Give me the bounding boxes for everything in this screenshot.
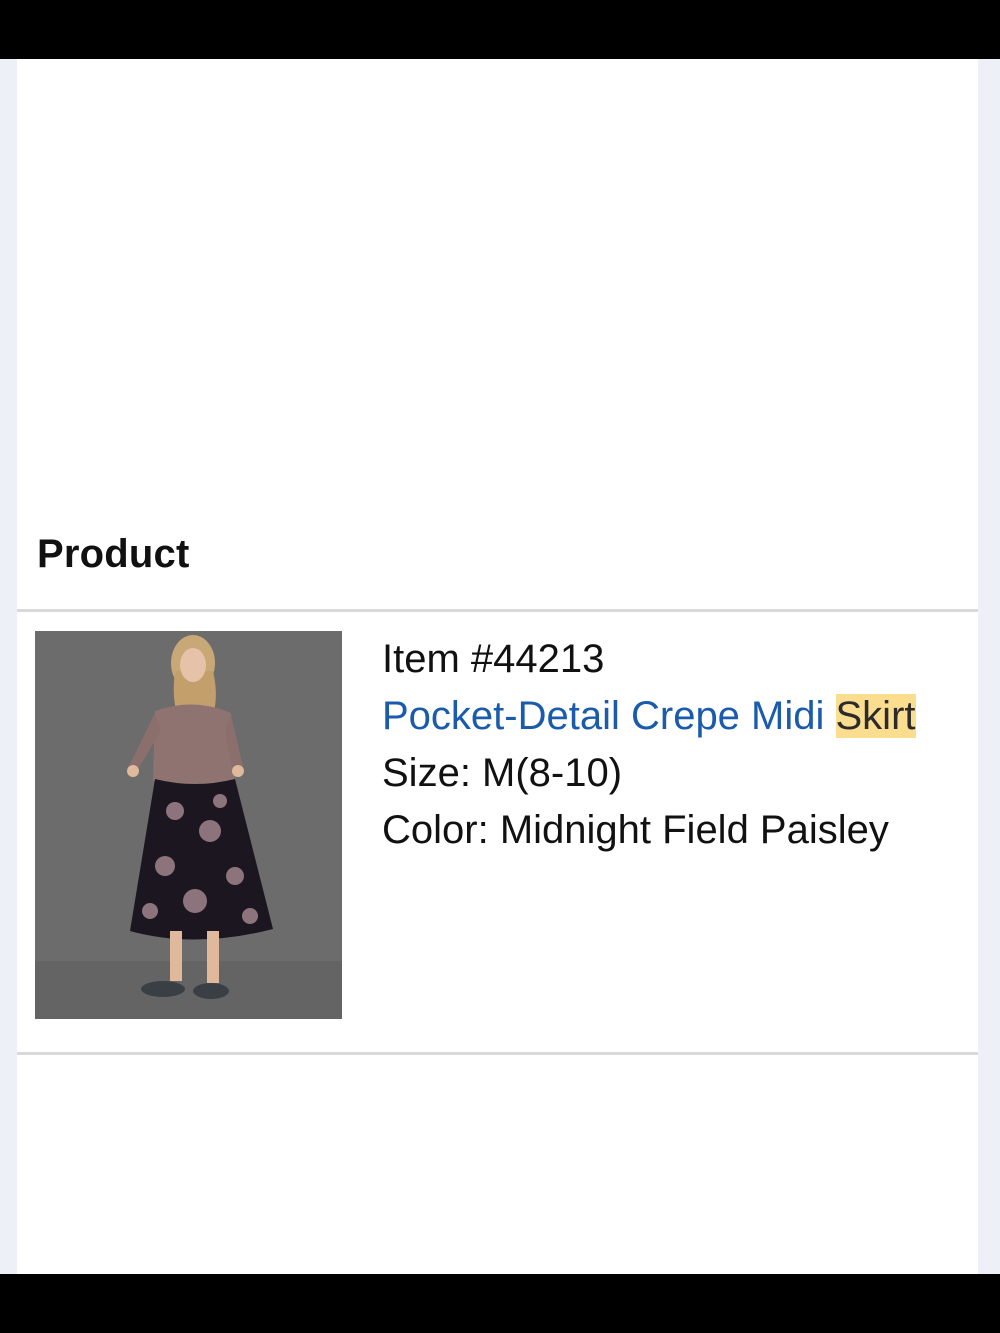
product-image[interactable] xyxy=(35,631,342,1019)
status-bar xyxy=(0,0,1000,59)
product-name-link[interactable]: Pocket-Detail Crepe Midi Skirt xyxy=(382,688,982,745)
page-content: Product Item #44213 Pocket-Detail Crepe … xyxy=(0,59,1000,1274)
product-name[interactable]: Pocket-Detail Crepe Midi xyxy=(382,694,836,738)
divider xyxy=(17,609,978,612)
section-title: Product xyxy=(37,532,190,576)
search-highlight[interactable]: Skirt xyxy=(835,694,916,738)
divider xyxy=(17,1052,978,1055)
product-size: Size: M(8-10) xyxy=(382,751,623,795)
product-details: Item #44213 Pocket-Detail Crepe Midi Ski… xyxy=(382,631,982,859)
item-number: Item #44213 xyxy=(382,637,605,681)
product-color: Color: Midnight Field Paisley xyxy=(382,808,889,852)
left-margin xyxy=(0,59,17,1274)
navigation-bar xyxy=(0,1274,1000,1333)
